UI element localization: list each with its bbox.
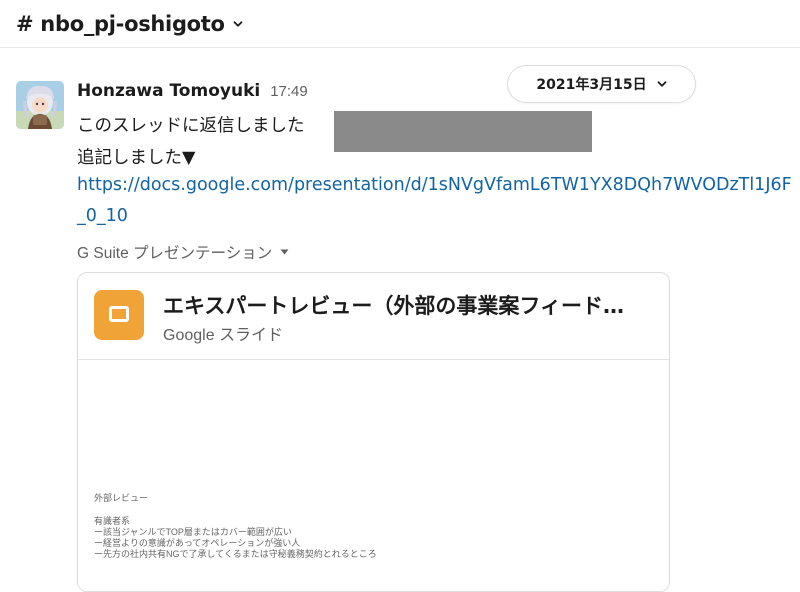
message-header: Honzawa Tomoyuki 17:49	[77, 81, 308, 101]
chevron-down-icon[interactable]	[233, 19, 243, 29]
message-link-continued[interactable]: _0_10	[77, 206, 128, 226]
chevron-down-icon	[657, 81, 666, 87]
preview-line: ー先方の社内共有NGで了承してくるまたは守秘義務契約とれるところ	[94, 549, 377, 559]
avatar[interactable]	[16, 81, 64, 129]
google-slides-icon	[94, 290, 144, 340]
caret-down-icon[interactable]	[280, 249, 289, 255]
redacted-block	[334, 111, 592, 152]
attachment-source[interactable]: G Suite プレゼンテーション	[77, 241, 289, 263]
message-link[interactable]: https://docs.google.com/presentation/d/1…	[77, 175, 792, 195]
date-divider-button[interactable]: 2021年3月15日	[507, 65, 696, 103]
date-label: 2021年3月15日	[536, 77, 647, 93]
attachment-title[interactable]: エキスパートレビュー（外部の事業案フィード…	[163, 290, 624, 320]
attachment-card[interactable]: エキスパートレビュー（外部の事業案フィード… Google スライド 外部レビュ…	[77, 272, 670, 592]
avatar-image	[16, 81, 64, 129]
attachment-subtitle: Google スライド	[163, 327, 284, 344]
message-text: 追記しました▼	[77, 148, 196, 168]
sender-name[interactable]: Honzawa Tomoyuki	[77, 81, 260, 101]
slide-preview[interactable]: 外部レビュー 有識者系 ー該当ジャンルでTOP層またはカバー範囲が広い ー経営よ…	[78, 360, 669, 591]
message-timestamp[interactable]: 17:49	[270, 83, 308, 100]
preview-line: 外部レビュー	[94, 493, 149, 503]
thread-reply-text: このスレッドに返信しました	[77, 116, 305, 136]
channel-header: # nbo_pj-oshigoto	[0, 0, 800, 48]
channel-name-button[interactable]: # nbo_pj-oshigoto	[16, 12, 225, 36]
attachment-card-header: エキスパートレビュー（外部の事業案フィード… Google スライド	[78, 273, 669, 360]
attachment-source-label: G Suite プレゼンテーション	[77, 245, 273, 262]
